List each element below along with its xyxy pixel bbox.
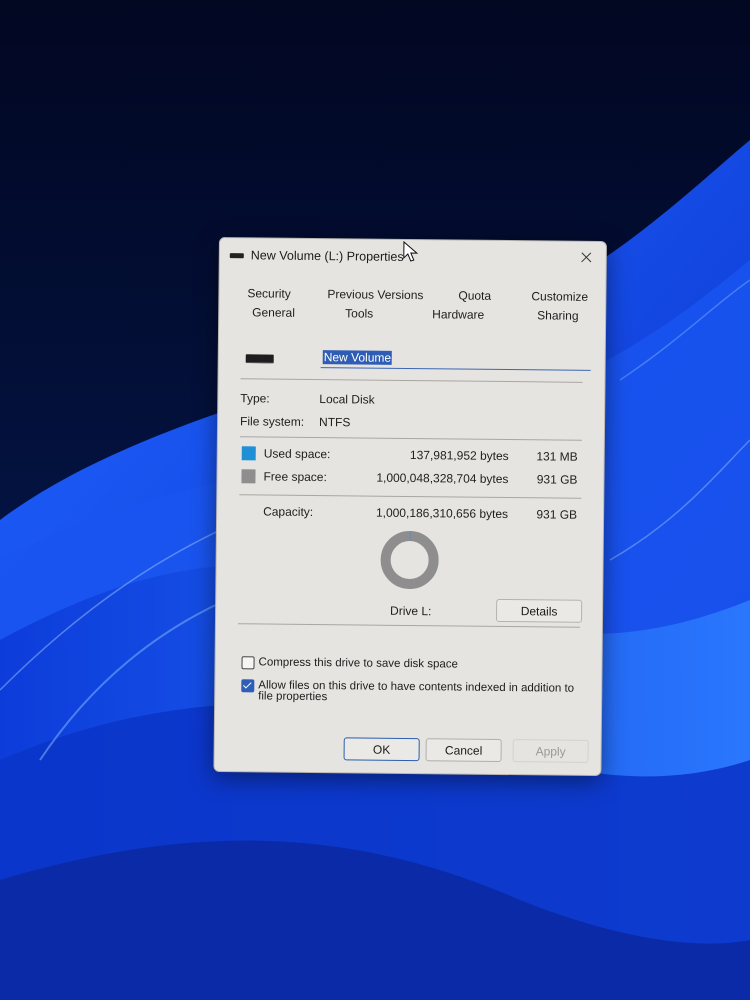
used-space-swatch [241,446,256,461]
tab-quota[interactable]: Quota [458,289,491,303]
free-space-label: Free space: [263,469,327,485]
free-space-size: 931 GB [536,472,578,487]
used-space-bytes: 137,981,952 bytes [409,448,509,464]
close-button[interactable] [574,246,600,270]
drive-icon [229,253,244,259]
used-space-size: 131 MB [536,449,578,464]
free-space-bytes: 1,000,048,328,704 bytes [376,470,509,487]
used-space-label: Used space: [263,446,331,462]
tab-tools[interactable]: Tools [345,306,373,320]
file-system-value: NTFS [318,415,351,430]
index-checkbox[interactable] [241,679,255,693]
volume-name-text: New Volume [322,350,393,365]
free-space-swatch [241,469,256,484]
compress-checkbox[interactable] [241,656,255,670]
disk-usage-donut [380,531,439,590]
type-value: Local Disk [319,392,375,407]
donut-free-segment [380,531,439,590]
divider [239,436,582,441]
tab-customize[interactable]: Customize [531,289,588,304]
details-button[interactable]: Details [495,598,583,623]
capacity-bytes: 1,000,186,310,656 bytes [375,505,509,522]
divider [240,378,583,383]
tab-previous-versions[interactable]: Previous Versions [327,287,423,302]
apply-button[interactable]: Apply [512,739,589,763]
divider [237,623,580,628]
properties-dialog: New Volume (L:) Properties Security Prev… [213,237,607,777]
index-label-line2: file properties [258,690,328,704]
tab-sharing[interactable]: Sharing [537,308,579,322]
cancel-button[interactable]: Cancel [425,738,502,762]
type-label: Type: [240,391,270,406]
capacity-size: 931 GB [536,507,578,522]
divider [239,494,582,499]
mouse-cursor-icon [403,240,419,262]
title-bar[interactable]: New Volume (L:) Properties [220,238,606,276]
drive-label: Drive L: [390,603,432,619]
drive-icon-large [245,354,274,364]
window-title: New Volume (L:) Properties [250,248,404,264]
tab-general[interactable]: General [252,305,295,319]
tab-security[interactable]: Security [247,286,291,300]
capacity-label: Capacity: [263,504,314,520]
ok-button[interactable]: OK [343,737,420,762]
compress-label: Compress this drive to save disk space [258,656,459,671]
file-system-label: File system: [239,414,305,429]
tab-hardware[interactable]: Hardware [432,307,484,322]
